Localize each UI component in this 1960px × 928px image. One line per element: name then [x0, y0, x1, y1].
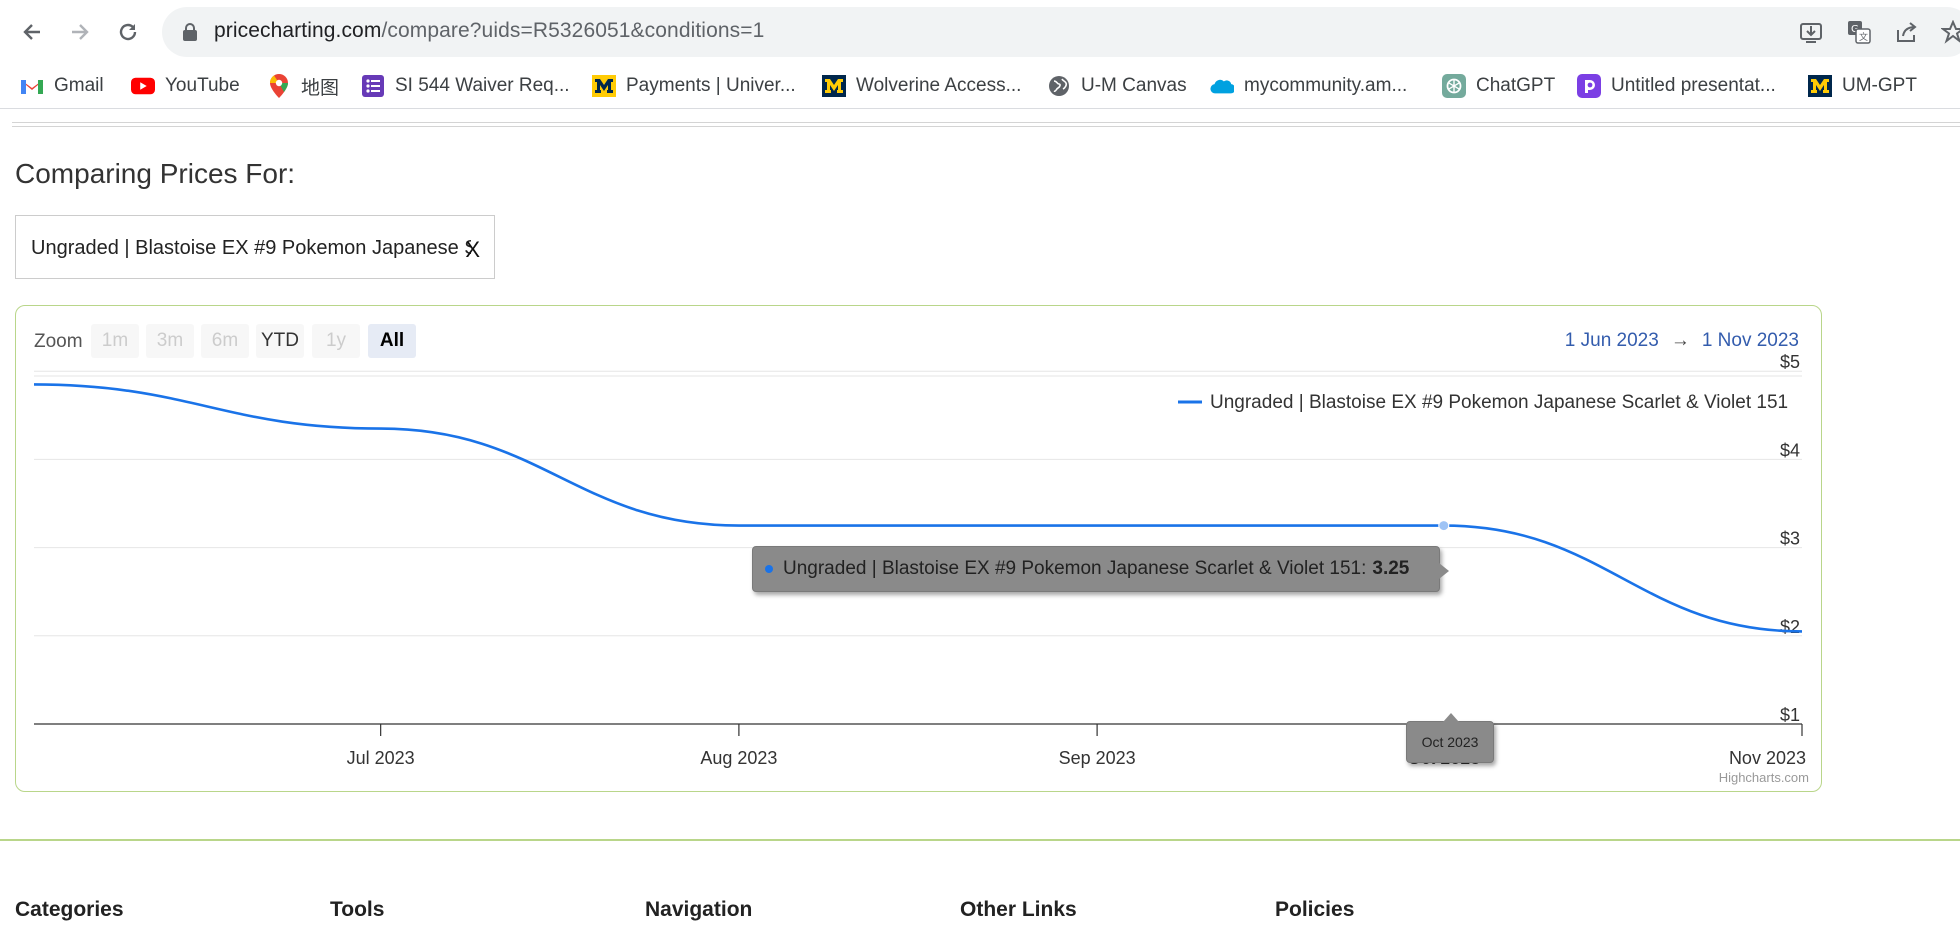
y-tick-label: $2 — [1780, 617, 1800, 637]
bookmarks-bar: Gmail YouTube 地图 SI 544 Waiver Req... Pa… — [0, 64, 1960, 109]
series-tooltip: Ungraded | Blastoise EX #9 Pokemon Japan… — [752, 546, 1449, 592]
svg-text:文: 文 — [1859, 31, 1868, 43]
bookmark-chatgpt[interactable]: ChatGPT — [1442, 72, 1555, 100]
bookmark-label: SI 544 Waiver Req... — [395, 75, 570, 96]
share-icon[interactable] — [1894, 19, 1920, 45]
umich-block-m-icon — [822, 74, 846, 98]
bookmark-youtube[interactable]: YouTube — [131, 72, 240, 100]
bookmark-label: Payments | Univer... — [626, 75, 796, 96]
bookmark-mycommunity[interactable]: mycommunity.am... — [1210, 72, 1407, 100]
reload-icon — [119, 23, 137, 41]
y-tick-label: $4 — [1780, 440, 1800, 460]
address-bar[interactable]: pricecharting.com/compare?uids=R5326051&… — [162, 7, 1960, 57]
bookmark-label: Gmail — [54, 75, 104, 96]
bookmark-label: mycommunity.am... — [1244, 75, 1408, 96]
lock-icon — [183, 23, 197, 41]
compare-item-chip: Ungraded | Blastoise EX #9 Pokemon Japan… — [15, 215, 495, 279]
legend-label: Ungraded | Blastoise EX #9 Pokemon Japan… — [1210, 392, 1788, 413]
footer-heading-policies: Policies — [1275, 898, 1355, 921]
forward-arrow-icon — [72, 24, 89, 40]
footer-heading-tools: Tools — [330, 898, 385, 921]
series-line — [33, 383, 1803, 633]
presentation-icon — [1577, 74, 1601, 98]
footer-heading-categories: Categories — [15, 898, 124, 921]
x-tick-label: Aug 2023 — [700, 748, 777, 768]
bookmark-um-canvas[interactable]: U-M Canvas — [1047, 72, 1187, 100]
hover-point-marker — [1438, 520, 1450, 532]
bookmark-label: ChatGPT — [1476, 75, 1556, 96]
bookmark-label: Wolverine Access... — [856, 75, 1022, 96]
bookmark-label: YouTube — [165, 75, 240, 96]
x-axis-tooltip: Oct 2023 — [1406, 713, 1494, 763]
bookmark-label: UM-GPT — [1842, 75, 1917, 96]
x-tick-label: Sep 2023 — [1059, 748, 1136, 768]
bookmark-label: U-M Canvas — [1081, 75, 1187, 96]
umich-block-m-icon — [592, 74, 616, 98]
bookmark-maps[interactable]: 地图 — [267, 72, 339, 100]
highcharts-credits[interactable]: Highcharts.com — [1719, 770, 1809, 785]
bookmark-label: 地图 — [301, 77, 340, 99]
x-tick-label: Nov 2023 — [1729, 748, 1806, 768]
globe-icon — [1047, 74, 1071, 98]
reload-button[interactable] — [110, 14, 146, 50]
y-tick-label: $1 — [1780, 705, 1800, 725]
bookmark-star-icon[interactable] — [1940, 19, 1960, 45]
chatgpt-icon — [1442, 74, 1466, 98]
bookmark-gmail[interactable]: Gmail — [20, 72, 104, 100]
header-divider — [12, 122, 1960, 127]
translate-icon[interactable]: G文 — [1846, 19, 1872, 45]
gmail-icon — [20, 74, 44, 98]
footer-heading-other-links: Other Links — [960, 898, 1077, 921]
bookmark-untitled-presentation[interactable]: Untitled presentat... — [1577, 72, 1776, 100]
bookmark-label: Untitled presentat... — [1611, 75, 1776, 96]
salesforce-cloud-icon — [1210, 74, 1234, 98]
footer-heading-navigation: Navigation — [645, 898, 753, 921]
forms-icon — [361, 74, 385, 98]
back-arrow-icon — [23, 24, 40, 40]
tooltip-series-name: Ungraded | Blastoise EX #9 Pokemon Japan… — [783, 558, 1367, 579]
install-app-icon[interactable] — [1798, 19, 1824, 45]
browser-toolbar: pricecharting.com/compare?uids=R5326051&… — [0, 0, 1960, 64]
series-dot-icon — [765, 565, 773, 573]
price-chart: Zoom 1m 3m 6m YTD 1y All 1 Jun 2023 → 1 No… — [15, 305, 1822, 792]
tooltip-value: 3.25 — [1372, 558, 1410, 579]
bookmark-wolverine-access[interactable]: Wolverine Access... — [822, 72, 1021, 100]
forward-button[interactable] — [62, 14, 98, 50]
compare-item-label: Ungraded | Blastoise EX #9 Pokemon Japan… — [31, 237, 471, 259]
page-title: Comparing Prices For: — [15, 158, 296, 189]
remove-item-button[interactable]: X — [465, 237, 480, 263]
umich-block-m-icon — [1808, 74, 1832, 98]
y-tick-label: $3 — [1780, 529, 1800, 549]
back-button[interactable] — [14, 14, 50, 50]
maps-pin-icon — [267, 74, 291, 98]
y-tick-label: $5 — [1780, 352, 1800, 372]
youtube-icon — [131, 74, 155, 98]
bookmark-payments[interactable]: Payments | Univer... — [592, 72, 796, 100]
url-text: pricecharting.com/compare?uids=R5326051&… — [214, 19, 765, 42]
x-tick-label: Jul 2023 — [347, 748, 415, 768]
footer-divider — [0, 839, 1960, 841]
bookmark-si544-waiver[interactable]: SI 544 Waiver Req... — [361, 72, 570, 100]
bookmark-um-gpt[interactable]: UM-GPT — [1808, 72, 1917, 100]
